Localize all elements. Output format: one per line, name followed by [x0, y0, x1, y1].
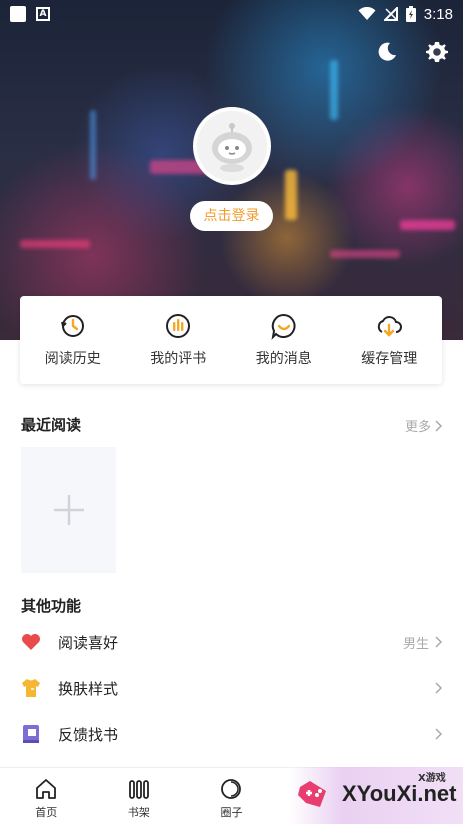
quick-action-label: 我的评书: [150, 351, 207, 367]
bookshelf-icon: [128, 780, 149, 799]
shirt-icon: [22, 679, 40, 697]
other-functions-title: 其他功能: [21, 597, 82, 615]
night-mode-moon-icon[interactable]: [375, 40, 399, 64]
settings-gear-icon[interactable]: [425, 40, 449, 64]
cache-management-button[interactable]: 缓存管理: [337, 296, 443, 384]
nav-home[interactable]: 首页: [0, 768, 93, 824]
signal-off-icon: [383, 7, 398, 21]
function-label: 反馈找书: [58, 725, 119, 744]
wifi-icon: [358, 7, 376, 20]
history-icon: [60, 315, 84, 337]
reading-preference-row[interactable]: 阅读喜好 男生: [0, 619, 463, 665]
bottom-nav: 首页 书架 圈子: [0, 767, 463, 824]
avatar[interactable]: [193, 107, 271, 185]
reading-history-button[interactable]: 阅读历史: [20, 296, 126, 384]
cache-download-icon: [378, 316, 403, 337]
nav-label: 首页: [35, 806, 58, 819]
robot-avatar-icon: [212, 123, 252, 172]
notification-icon: [10, 6, 26, 22]
plus-icon: [53, 495, 84, 525]
quick-action-label: 缓存管理: [361, 351, 418, 367]
function-label: 换肤样式: [58, 679, 119, 698]
book-icon: [23, 725, 39, 743]
more-link[interactable]: 更多: [405, 416, 443, 435]
quick-action-label: 阅读历史: [44, 351, 101, 367]
add-book-button[interactable]: [21, 447, 116, 573]
function-label: 阅读喜好: [58, 633, 119, 652]
my-reviews-button[interactable]: 我的评书: [126, 296, 232, 384]
my-messages-button[interactable]: 我的消息: [231, 296, 337, 384]
nav-bookshelf[interactable]: 书架: [93, 768, 186, 824]
status-time: 3:18: [423, 5, 453, 23]
recent-reading-title: 最近阅读: [21, 416, 82, 434]
nav-circle[interactable]: 圈子: [185, 768, 278, 824]
review-icon: [166, 314, 191, 338]
chevron-right-icon: [435, 419, 443, 432]
app-notification-icon: A: [36, 7, 50, 21]
circle-icon: [221, 779, 242, 799]
skin-style-row[interactable]: 换肤样式: [0, 665, 463, 711]
heart-icon: [22, 634, 40, 650]
chevron-right-icon: [435, 636, 443, 648]
nav-label: 圈子: [220, 806, 243, 819]
nav-label: 书架: [127, 806, 150, 819]
login-button[interactable]: 点击登录: [190, 201, 273, 231]
profile-header: A 3:18 点击登录: [0, 0, 463, 340]
status-bar: A 3:18: [0, 0, 463, 28]
chevron-right-icon: [435, 728, 443, 740]
quick-action-label: 我的消息: [255, 351, 312, 367]
message-icon: [271, 313, 296, 340]
chevron-right-icon: [435, 682, 443, 694]
feedback-find-book-row[interactable]: 反馈找书: [0, 711, 463, 757]
more-label: 更多: [404, 420, 431, 435]
preference-value: 男生: [402, 636, 429, 652]
battery-icon: [405, 6, 416, 22]
quick-actions-panel: 阅读历史 我的评书 我的消息 缓存管理: [20, 296, 442, 384]
home-icon: [36, 779, 57, 799]
